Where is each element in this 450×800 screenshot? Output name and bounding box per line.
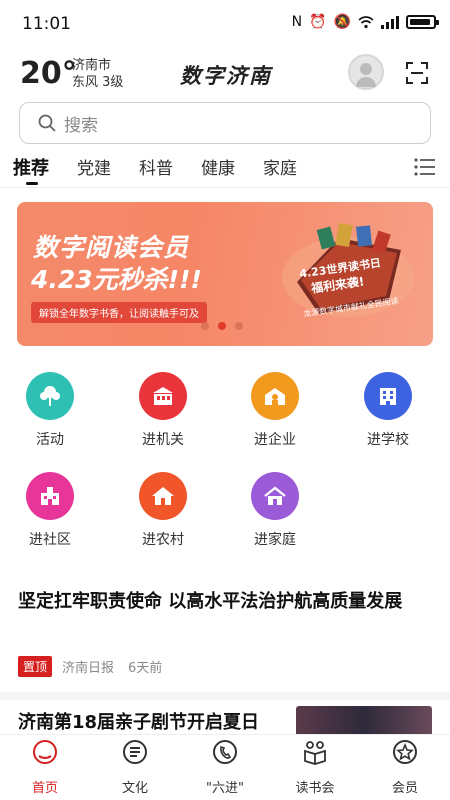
- grid-item-schools[interactable]: 进学校: [343, 372, 433, 449]
- status-time: 11:01: [22, 14, 71, 34]
- weather-info[interactable]: 济南市 东风 3级: [72, 57, 123, 91]
- alarm-icon: ⏰: [309, 14, 327, 30]
- news-time: 6天前: [128, 661, 163, 676]
- news-meta: 置顶 济南日报 6天前: [18, 656, 162, 677]
- grid-label: 进社区: [29, 532, 71, 548]
- active-tab-indicator: [26, 182, 38, 185]
- news-title-pinned[interactable]: 坚定扛牢职责使命 以高水平法治护航高质量发展: [18, 588, 428, 616]
- pinned-badge: 置顶: [18, 656, 53, 677]
- tree-icon: [26, 372, 74, 420]
- tab-party-building[interactable]: 党建: [77, 154, 111, 179]
- weather-city: 济南市: [72, 58, 112, 73]
- nav-culture[interactable]: 文化: [100, 739, 170, 796]
- school-icon: [364, 372, 412, 420]
- document-icon: [123, 740, 147, 764]
- tab-family[interactable]: 家庭: [263, 154, 297, 179]
- signal-icon: [381, 15, 399, 29]
- nav-home[interactable]: 首页: [10, 739, 80, 796]
- grid-item-activity[interactable]: 活动: [5, 372, 95, 449]
- community-icon: [26, 472, 74, 520]
- nfc-icon: N: [291, 14, 303, 30]
- grid-label: 进企业: [254, 432, 296, 448]
- weather-wind: 东风 3级: [72, 75, 124, 90]
- home-icon: [251, 472, 299, 520]
- scan-icon[interactable]: [406, 62, 428, 84]
- news-title[interactable]: 济南第18届亲子剧节开启夏日: [18, 708, 259, 734]
- tab-health[interactable]: 健康: [201, 154, 235, 179]
- grid-item-community[interactable]: 进社区: [5, 472, 95, 549]
- news-source: 济南日报: [62, 661, 115, 676]
- factory-icon: [251, 372, 299, 420]
- banner-pagination: [201, 322, 243, 330]
- app-header: 20° 济南市 东风 3级 数字济南: [0, 52, 450, 96]
- avatar-body: [356, 77, 376, 87]
- banner-dot[interactable]: [201, 322, 209, 330]
- grid-item-agencies[interactable]: 进机关: [118, 372, 208, 449]
- app-logo-title: 数字济南: [180, 63, 272, 88]
- status-bar: 11:01 N ⏰ 🔕: [0, 0, 450, 48]
- grid-label: 进机关: [142, 432, 184, 448]
- nav-label: 读书会: [295, 781, 335, 796]
- search-bar[interactable]: 搜索: [19, 102, 431, 144]
- channel-menu-icon[interactable]: [414, 158, 436, 176]
- search-placeholder: 搜索: [64, 115, 98, 136]
- nav-label: 会员: [391, 781, 418, 796]
- weather-temperature[interactable]: 20°: [20, 56, 77, 91]
- building-icon: [139, 372, 187, 420]
- grid-label: 进学校: [367, 432, 409, 448]
- nav-label: 首页: [31, 781, 58, 796]
- reading-club-icon: [304, 741, 326, 765]
- nav-reading-club[interactable]: 读书会: [280, 739, 350, 796]
- wifi-icon: [358, 15, 374, 28]
- grid-label: 进农村: [142, 532, 184, 548]
- section-divider: [0, 692, 450, 700]
- user-avatar[interactable]: [348, 54, 384, 90]
- tab-recommend[interactable]: 推荐: [13, 154, 49, 180]
- promo-banner[interactable]: 数字阅读会员 4.23元秒杀!!! 解锁全年数字书香，让阅读触手可及 4.23世…: [17, 202, 433, 346]
- banner-dot-active[interactable]: [218, 322, 226, 330]
- farmhouse-icon: [139, 472, 187, 520]
- nav-label: 文化: [121, 781, 148, 796]
- banner-title: 数字阅读会员: [33, 233, 190, 262]
- grid-item-enterprises[interactable]: 进企业: [230, 372, 320, 449]
- grid-label: 进家庭: [254, 532, 296, 548]
- grid-item-families[interactable]: 进家庭: [230, 472, 320, 549]
- avatar-head: [360, 63, 372, 75]
- phone-circle-icon: [213, 740, 237, 764]
- status-icons: N ⏰ 🔕: [291, 14, 439, 30]
- grid-label: 活动: [36, 432, 64, 448]
- nav-member[interactable]: 会员: [370, 739, 440, 796]
- banner-dot[interactable]: [235, 322, 243, 330]
- bottom-navigation: 首页 文化 "六进" 读书会 会员: [0, 734, 450, 800]
- tab-science[interactable]: 科普: [139, 154, 173, 179]
- nav-six-entries[interactable]: "六进": [190, 739, 260, 796]
- member-star-icon: [393, 740, 417, 764]
- nav-label: "六进": [206, 781, 244, 796]
- home-nav-icon: [33, 740, 57, 764]
- banner-price: 4.23元秒杀!!!: [31, 265, 202, 294]
- mute-icon: 🔕: [333, 14, 351, 30]
- banner-subtitle: 解锁全年数字书香，让阅读触手可及: [31, 302, 207, 323]
- category-tabs: 推荐 党建 科普 健康 家庭: [0, 148, 450, 188]
- grid-item-villages[interactable]: 进农村: [118, 472, 208, 549]
- search-icon: [38, 114, 56, 132]
- battery-icon: [406, 15, 439, 29]
